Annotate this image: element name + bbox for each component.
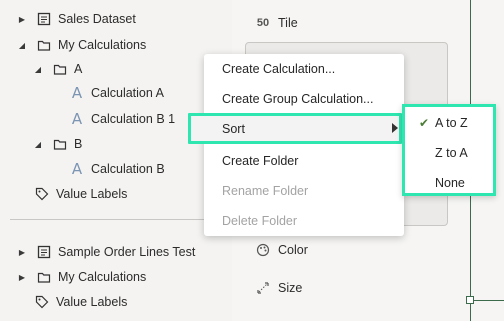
canvas-frame-bottom bbox=[474, 300, 504, 301]
calculation-icon: A bbox=[71, 110, 83, 128]
resize-icon bbox=[254, 280, 272, 296]
tree-item-label: Calculation B bbox=[91, 162, 165, 176]
tree-item-folder-b[interactable]: ◢ B bbox=[32, 132, 82, 156]
folder-icon bbox=[52, 136, 68, 152]
tree-item-value-labels-2[interactable]: Value Labels bbox=[34, 290, 127, 314]
dataset-icon bbox=[36, 244, 52, 260]
tag-icon bbox=[34, 186, 50, 202]
tree-item-label: A bbox=[74, 62, 83, 76]
sort-option-none[interactable]: None bbox=[405, 168, 493, 197]
tree-item-label: Value Labels bbox=[56, 187, 128, 201]
tree-item-my-calculations[interactable]: ◢ My Calculations bbox=[16, 33, 146, 57]
tree-item-sales-dataset[interactable]: ▶ Sales Dataset bbox=[16, 7, 136, 31]
expand-right-icon[interactable]: ▶ bbox=[16, 13, 28, 25]
tree-item-label: My Calculations bbox=[58, 270, 147, 284]
context-menu: Create Calculation... Create Group Calcu… bbox=[204, 54, 404, 236]
tree-item-value-labels[interactable]: Value Labels bbox=[34, 182, 127, 206]
tree-item-label: Calculation B 1 bbox=[91, 112, 176, 126]
tree-item-calculation-b[interactable]: A Calculation B bbox=[70, 157, 165, 181]
tree-item-label: Calculation A bbox=[91, 86, 164, 100]
expand-right-icon[interactable]: ▶ bbox=[16, 271, 28, 283]
canvas-resize-handle[interactable] bbox=[466, 296, 474, 304]
sort-option-label: None bbox=[435, 175, 465, 190]
expand-down-icon[interactable]: ◢ bbox=[32, 63, 44, 75]
folder-icon bbox=[36, 269, 52, 285]
expand-down-icon[interactable]: ◢ bbox=[32, 138, 44, 150]
panel-divider bbox=[10, 219, 232, 220]
tree-item-label: Sales Dataset bbox=[58, 12, 136, 26]
tile-icon: 50 bbox=[256, 17, 270, 29]
sort-submenu: ✔ A to Z Z to A None bbox=[402, 104, 496, 196]
expand-right-icon[interactable]: ▶ bbox=[16, 246, 28, 258]
sort-option-z-to-a[interactable]: Z to A bbox=[405, 138, 493, 167]
tile-row[interactable]: 50 Tile bbox=[254, 12, 298, 34]
tree-item-my-calculations-2[interactable]: ▶ My Calculations bbox=[16, 265, 146, 289]
color-row[interactable]: Color bbox=[254, 239, 308, 261]
size-label: Size bbox=[278, 281, 303, 295]
sort-option-label: Z to A bbox=[435, 145, 468, 160]
tree-item-calculation-b1[interactable]: A Calculation B 1 bbox=[70, 107, 175, 131]
sort-option-a-to-z[interactable]: ✔ A to Z bbox=[405, 108, 493, 137]
tile-label: Tile bbox=[278, 16, 298, 30]
menu-sort[interactable]: Sort bbox=[204, 115, 404, 143]
tree-item-folder-a[interactable]: ◢ A bbox=[32, 57, 82, 81]
dataset-icon bbox=[36, 11, 52, 27]
calculation-icon: A bbox=[71, 84, 83, 102]
menu-create-calculation[interactable]: Create Calculation... bbox=[204, 54, 404, 84]
menu-create-folder[interactable]: Create Folder bbox=[204, 146, 404, 176]
tree-item-sample-order-lines-test[interactable]: ▶ Sample Order Lines Test bbox=[16, 240, 195, 264]
menu-create-group-calculation[interactable]: Create Group Calculation... bbox=[204, 84, 404, 114]
color-label: Color bbox=[278, 243, 308, 257]
folder-icon bbox=[36, 37, 52, 53]
sort-option-label: A to Z bbox=[435, 115, 468, 130]
tree-item-label: Value Labels bbox=[56, 295, 128, 309]
data-panel: ▶ Sales Dataset ◢ My Calculations ◢ A A … bbox=[0, 0, 232, 321]
checkmark-icon: ✔ bbox=[418, 115, 430, 130]
calculation-icon: A bbox=[71, 160, 83, 178]
size-row[interactable]: Size bbox=[254, 277, 302, 299]
menu-rename-folder: Rename Folder bbox=[222, 184, 309, 198]
tree-item-calculation-a[interactable]: A Calculation A bbox=[70, 81, 164, 105]
tree-item-label: My Calculations bbox=[58, 38, 147, 52]
tree-item-label: Sample Order Lines Test bbox=[58, 245, 196, 259]
submenu-arrow-icon bbox=[392, 123, 398, 133]
expand-down-icon[interactable]: ◢ bbox=[16, 39, 28, 51]
tag-icon bbox=[34, 294, 50, 310]
folder-icon bbox=[52, 61, 68, 77]
menu-delete-folder: Delete Folder bbox=[222, 214, 298, 228]
palette-icon bbox=[254, 242, 272, 258]
tree-item-label: B bbox=[74, 137, 83, 151]
